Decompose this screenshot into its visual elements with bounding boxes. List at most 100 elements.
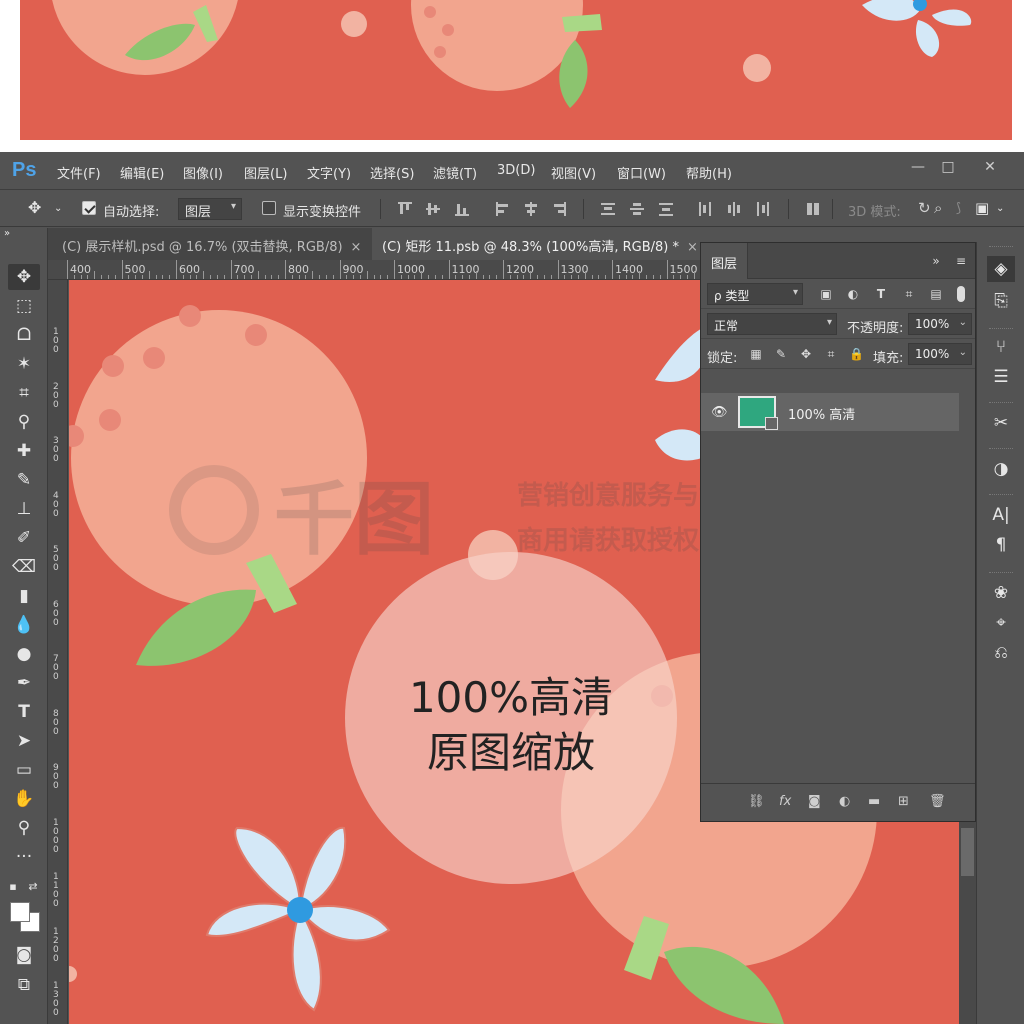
- filter-type-icon[interactable]: T: [874, 287, 888, 301]
- path-select-icon[interactable]: ➤: [8, 728, 40, 754]
- align-vcenter-icon[interactable]: [426, 202, 440, 216]
- trash-icon[interactable]: 🗑: [929, 794, 946, 809]
- dock-grip[interactable]: [989, 246, 1013, 249]
- chevron-down-icon[interactable]: ⌄: [54, 203, 62, 214]
- scrollbar-thumb[interactable]: [961, 828, 974, 876]
- layers-panel-icon[interactable]: ◈: [987, 256, 1015, 282]
- expand-icon[interactable]: »: [4, 228, 24, 242]
- distribute-right-icon[interactable]: [756, 202, 770, 216]
- distribute-bottom-icon[interactable]: [659, 202, 673, 216]
- lock-position-icon[interactable]: ✥: [799, 347, 813, 361]
- swap-colors-icon[interactable]: ⇄: [26, 874, 40, 900]
- distribute-left-icon[interactable]: [698, 202, 712, 216]
- tab-mockup-document[interactable]: (C) 展示样机.psd @ 16.7% (双击替换, RGB/8) ×: [52, 228, 371, 260]
- rectangle-tool-icon[interactable]: ▭: [8, 757, 40, 783]
- eye-icon[interactable]: 👁: [711, 405, 728, 420]
- character-icon[interactable]: A|: [987, 502, 1015, 528]
- tools-preset-icon[interactable]: ✂: [987, 410, 1015, 436]
- eraser-tool-icon[interactable]: ⌫: [8, 554, 40, 580]
- show-transform-checkbox[interactable]: [262, 201, 276, 215]
- default-colors-icon[interactable]: ▪: [6, 874, 20, 900]
- lock-artboard-icon[interactable]: ⌗: [824, 347, 838, 361]
- mask-icon[interactable]: ◙: [808, 794, 821, 809]
- lasso-tool-icon[interactable]: ᗝ: [8, 322, 40, 348]
- layer-name[interactable]: 100% 高清: [788, 404, 855, 423]
- folder-icon[interactable]: ▬: [868, 794, 880, 809]
- more-tools-icon[interactable]: ···: [8, 844, 40, 870]
- pen-tool-icon[interactable]: ✒: [8, 670, 40, 696]
- menu-help[interactable]: 帮助(H): [686, 163, 732, 182]
- menu-file[interactable]: 文件(F): [57, 163, 101, 182]
- dock-grip[interactable]: [989, 494, 1013, 497]
- close-button[interactable]: ✕: [972, 156, 1008, 178]
- hand-tool-icon[interactable]: ✋: [8, 786, 40, 812]
- align-hcenter-icon[interactable]: [524, 202, 538, 216]
- paths-icon[interactable]: ⌖: [987, 610, 1015, 636]
- brush-settings-icon[interactable]: ⑂: [987, 334, 1015, 360]
- type-tool-icon[interactable]: T: [8, 699, 40, 725]
- lock-all-icon[interactable]: 🔒: [849, 347, 864, 361]
- auto-select-checkbox[interactable]: [82, 201, 96, 215]
- filter-shape-icon[interactable]: ⌗: [902, 287, 916, 301]
- distribute-hcenter-icon[interactable]: [727, 202, 741, 216]
- align-left-icon[interactable]: [496, 202, 510, 216]
- fill-field[interactable]: 100% ⌄: [908, 343, 972, 365]
- adjustment-icon[interactable]: ◐: [839, 794, 850, 809]
- healing-brush-icon[interactable]: ✚: [8, 438, 40, 464]
- search-icon[interactable]: ⌕: [934, 199, 942, 217]
- dock-grip[interactable]: [989, 402, 1013, 405]
- blend-mode-dropdown[interactable]: 正常 ▾: [707, 313, 837, 335]
- gradient-tool-icon[interactable]: ▮: [8, 583, 40, 609]
- vertical-scrollbar[interactable]: [959, 822, 976, 1024]
- menu-view[interactable]: 视图(V): [551, 163, 596, 182]
- workspace-icon[interactable]: ▣: [975, 199, 989, 217]
- lock-image-icon[interactable]: ✎: [774, 347, 788, 361]
- magic-wand-icon[interactable]: ✶: [8, 351, 40, 377]
- filter-pixel-icon[interactable]: ▣: [819, 287, 833, 301]
- crop-tool-icon[interactable]: ⌗: [8, 380, 40, 406]
- stamp-tool-icon[interactable]: ⊥: [8, 496, 40, 522]
- lock-transparent-icon[interactable]: ▦: [749, 347, 763, 361]
- align-bottom-icon[interactable]: [455, 202, 469, 216]
- maximize-button[interactable]: □: [930, 156, 966, 178]
- blur-tool-icon[interactable]: 💧: [8, 612, 40, 638]
- close-icon[interactable]: ×: [687, 240, 698, 255]
- close-icon[interactable]: ×: [351, 240, 362, 255]
- menu-image[interactable]: 图像(I): [183, 163, 223, 182]
- 3d-pan-icon[interactable]: ⟆: [956, 201, 961, 216]
- marquee-tool-icon[interactable]: ⬚: [8, 293, 40, 319]
- color-icon[interactable]: ◑: [987, 456, 1015, 482]
- move-tool-icon[interactable]: ✥: [28, 198, 41, 217]
- screen-mode-icon[interactable]: ⧉: [8, 972, 40, 998]
- tab-rectangle-document[interactable]: (C) 矩形 11.psb @ 48.3% (100%高清, RGB/8) * ×: [372, 228, 708, 260]
- foreground-color-swatch[interactable]: [10, 902, 30, 922]
- menu-edit[interactable]: 编辑(E): [120, 163, 164, 182]
- collapse-icon[interactable]: »: [929, 254, 943, 268]
- channels-icon[interactable]: ⎘: [987, 288, 1015, 314]
- history-icon[interactable]: ⎌: [987, 640, 1015, 666]
- adjustments-icon[interactable]: ☰: [987, 364, 1015, 390]
- new-layer-icon[interactable]: ⊞: [898, 794, 909, 809]
- auto-select-dropdown[interactable]: 图层 ▾: [178, 198, 242, 220]
- menu-select[interactable]: 选择(S): [370, 163, 414, 182]
- menu-layer[interactable]: 图层(L): [244, 163, 287, 182]
- menu-window[interactable]: 窗口(W): [617, 163, 666, 182]
- menu-type[interactable]: 文字(Y): [307, 163, 351, 182]
- quick-mask-icon[interactable]: ◙: [8, 942, 40, 968]
- history-brush-icon[interactable]: ✐: [8, 525, 40, 551]
- move-tool-icon[interactable]: ✥: [8, 264, 40, 290]
- layer-filter-dropdown[interactable]: ρ 类型 ▾: [707, 283, 803, 305]
- zoom-tool-icon[interactable]: ⚲: [8, 815, 40, 841]
- 3d-rotate-icon[interactable]: ↻: [918, 199, 931, 217]
- libraries-icon[interactable]: ❀: [987, 580, 1015, 606]
- dock-grip[interactable]: [989, 448, 1013, 451]
- paragraph-icon[interactable]: ¶: [987, 532, 1015, 558]
- filter-toggle[interactable]: [957, 286, 965, 302]
- dock-grip[interactable]: [989, 328, 1013, 331]
- brush-tool-icon[interactable]: ✎: [8, 467, 40, 493]
- menu-3d[interactable]: 3D(D): [497, 163, 535, 178]
- auto-align-icon[interactable]: [806, 202, 820, 216]
- panel-menu-icon[interactable]: ≡: [954, 254, 968, 268]
- fx-icon[interactable]: fx: [779, 794, 791, 809]
- chevron-down-icon[interactable]: ⌄: [996, 203, 1004, 214]
